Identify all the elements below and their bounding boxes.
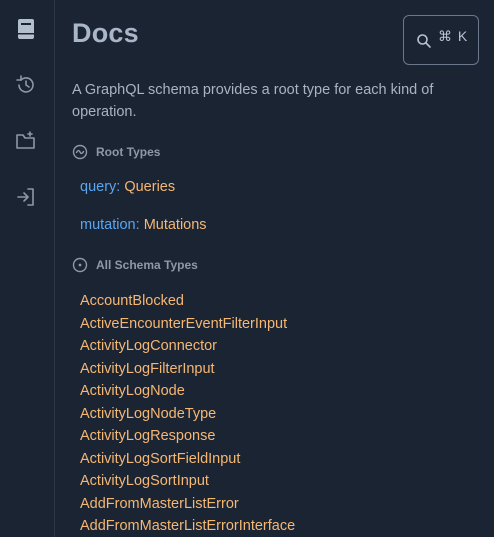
schema-type-link[interactable]: ActivityLogResponse — [80, 425, 295, 448]
schema-type-link[interactable]: ActivityLogNodeType — [80, 403, 295, 426]
collections-nav-button[interactable] — [12, 127, 40, 155]
root-type-mutation: mutation: Mutations — [80, 217, 207, 233]
schema-description: A GraphQL schema provides a root type fo… — [72, 82, 434, 120]
schema-type-link[interactable]: ActivityLogSortInput — [80, 470, 295, 493]
schema-type-link[interactable]: ActivityLogFilterInput — [80, 358, 295, 381]
history-nav-button[interactable] — [12, 71, 40, 99]
root-types-label: Root Types — [96, 145, 161, 159]
schema-types-list: AccountBlocked ActiveEncounterEventFilte… — [80, 290, 295, 537]
schema-type-link[interactable]: ActivityLogSortFieldInput — [80, 448, 295, 471]
schema-type-link[interactable]: ActivityLogNode — [80, 380, 295, 403]
page-title: Docs — [72, 18, 139, 48]
all-types-icon — [72, 257, 88, 273]
login-nav-button[interactable] — [12, 183, 40, 211]
root-types-icon — [72, 144, 88, 160]
docs-panel: Docs ⌘ K A GraphQL schema provides a roo… — [56, 0, 494, 537]
schema-type-link[interactable]: AddFromMasterListError — [80, 493, 295, 516]
login-icon — [17, 188, 34, 206]
schema-type-link[interactable]: AddFromMasterListErrorInterface — [80, 515, 295, 537]
schema-type-link[interactable]: ActivityLogConnector — [80, 335, 295, 358]
root-field-name[interactable]: mutation — [80, 217, 136, 233]
root-type-query: query: Queries — [80, 179, 176, 195]
sidebar — [0, 0, 55, 537]
all-types-heading: All Schema Types — [72, 256, 198, 274]
root-field-name[interactable]: query — [80, 179, 116, 195]
all-types-label: All Schema Types — [96, 258, 198, 272]
root-types-heading: Root Types — [72, 143, 160, 161]
schema-type-link[interactable]: ActiveEncounterEventFilterInput — [80, 313, 295, 336]
book-icon — [18, 19, 34, 39]
search-button[interactable]: ⌘ K — [403, 15, 479, 65]
search-icon — [417, 34, 431, 48]
folder-add-icon — [16, 131, 35, 149]
docs-nav-button[interactable] — [12, 15, 40, 43]
history-icon — [16, 75, 34, 93]
root-type-link[interactable]: Queries — [124, 179, 175, 195]
schema-type-link[interactable]: AccountBlocked — [80, 290, 295, 313]
search-shortcut: ⌘ K — [438, 28, 469, 44]
root-type-link[interactable]: Mutations — [144, 217, 207, 233]
